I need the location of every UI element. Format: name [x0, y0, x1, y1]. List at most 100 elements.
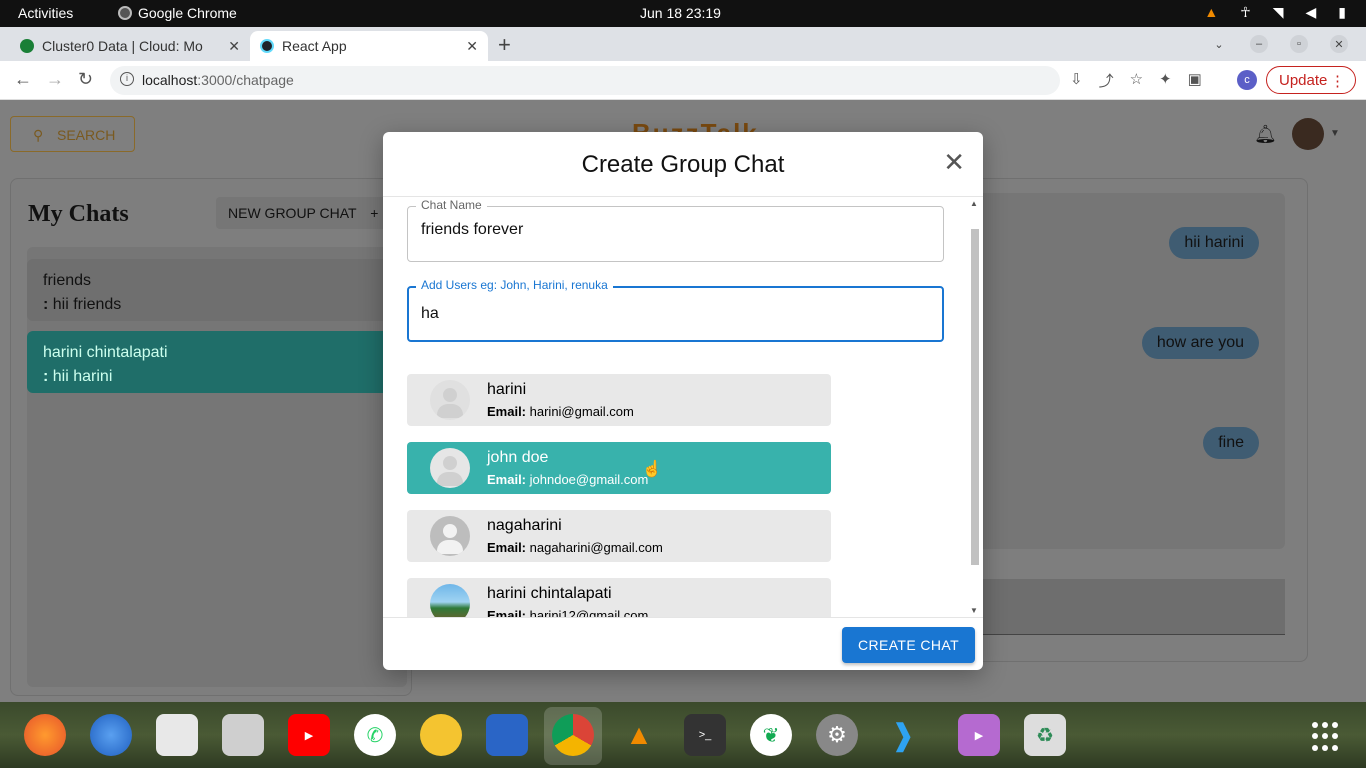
dock: ▶ ✆ ▲ >_ ❦ ⚙ ❱ ▶ ♻ [0, 702, 1366, 768]
toolbar-icons: ⇩ ⤴ ☆ ✦ ▣ [1070, 70, 1202, 91]
system-tray[interactable]: ▲ ☥ ◥ ◀ ▮ [1204, 4, 1346, 21]
chat-item-selected[interactable]: harini chintalapati : hii harini [27, 331, 407, 393]
mongodb-compass-icon[interactable]: ❦ [750, 714, 792, 756]
scroll-up-arrow-icon[interactable]: ▲ [970, 199, 978, 208]
new-tab-icon[interactable]: + [498, 32, 511, 58]
vscode-icon[interactable]: ❱ [882, 714, 924, 756]
message-bubble: how are you [1141, 327, 1259, 359]
thunderbird-icon[interactable] [90, 714, 132, 756]
whatsapp-icon[interactable]: ✆ [354, 714, 396, 756]
profile-avatar[interactable]: c [1237, 70, 1257, 90]
email-prefix: Email: [487, 404, 527, 419]
accessibility-icon[interactable]: ☥ [1240, 4, 1250, 21]
share-icon[interactable]: ⤴ [1099, 70, 1114, 91]
address-bar[interactable]: i localhost:3000/chatpage [110, 66, 1060, 95]
user-result-item[interactable]: nagaharini Email: nagaharini@gmail.com [407, 510, 831, 562]
create-chat-button[interactable]: CREATE CHAT [842, 627, 975, 663]
url-path: :3000/chatpage [197, 72, 294, 88]
chrome-icon[interactable] [552, 714, 594, 756]
avatar-placeholder-icon [430, 380, 470, 420]
message-bubble: fine [1203, 427, 1259, 459]
update-button[interactable]: Update ⋮ [1266, 66, 1356, 94]
email-prefix: Email: [487, 472, 527, 487]
system-top-bar: Activities Google Chrome Jun 18 23:19 ▲ … [0, 0, 1366, 27]
user-email-line: Email: johndoe@gmail.com [487, 472, 648, 487]
back-arrow-icon[interactable]: ← [14, 69, 32, 90]
terminal-icon[interactable]: >_ [684, 714, 726, 756]
user-name: nagaharini [487, 517, 562, 534]
battery-icon[interactable]: ▮ [1338, 4, 1346, 21]
user-email: nagaharini@gmail.com [529, 540, 663, 555]
chat-name-field[interactable]: Chat Name [407, 198, 944, 262]
minimize-icon[interactable]: – [1250, 35, 1268, 53]
extensions-puzzle-icon[interactable]: ✦ [1159, 70, 1172, 91]
message-bubble: hii harini [1169, 227, 1259, 259]
user-name: john doe [487, 449, 549, 466]
modal-scrollbar[interactable]: ▲ ▼ [968, 197, 980, 617]
chevron-down-icon[interactable]: ▼ [1330, 128, 1340, 139]
user-name: harini chintalapati [487, 585, 612, 602]
tab-search-icon[interactable]: ⌄ [1210, 35, 1228, 53]
vlc-icon[interactable]: ▲ [618, 714, 660, 756]
writer-icon[interactable] [486, 714, 528, 756]
kebab-menu-icon[interactable]: ⋮ [1330, 72, 1345, 90]
user-result-item[interactable]: harini chintalapati Email: harini12@gmai… [407, 578, 831, 617]
user-search-icon: ⚲ [33, 127, 44, 143]
rhythmbox-icon[interactable] [420, 714, 462, 756]
scroll-down-arrow-icon[interactable]: ▼ [970, 606, 978, 615]
user-result-item-hovered[interactable]: john doe Email: johndoe@gmail.com [407, 442, 831, 494]
video-editor-icon[interactable]: ▶ [958, 714, 1000, 756]
chat-preview: hii harini [52, 368, 113, 385]
mouse-pointer-icon: ☝ [642, 461, 662, 478]
trash-icon[interactable]: ♻ [1024, 714, 1066, 756]
bookmark-star-icon[interactable]: ☆ [1130, 70, 1143, 91]
wifi-icon[interactable]: ◥ [1273, 4, 1284, 21]
user-email: harini@gmail.com [529, 404, 634, 419]
user-email-line: Email: harini@gmail.com [487, 404, 634, 419]
files-icon[interactable] [222, 714, 264, 756]
my-chats-panel: My Chats NEW GROUP CHAT + friends : hii … [10, 178, 412, 696]
clock[interactable]: Jun 18 23:19 [640, 5, 721, 21]
install-icon[interactable]: ⇩ [1070, 70, 1083, 91]
tab-react-app[interactable]: React App ✕ [250, 31, 488, 61]
app-menu[interactable]: Google Chrome [118, 5, 237, 21]
mongodb-leaf-icon [20, 39, 34, 53]
youtube-icon[interactable]: ▶ [288, 714, 330, 756]
volume-icon[interactable]: ◀ [1306, 4, 1317, 21]
settings-gear-icon[interactable]: ⚙ [816, 714, 858, 756]
chat-preview: hii friends [52, 296, 122, 313]
update-label: Update [1279, 72, 1328, 89]
scrollbar-thumb[interactable] [971, 229, 979, 565]
firefox-icon[interactable] [24, 714, 66, 756]
user-avatar[interactable] [1292, 118, 1324, 150]
forward-arrow-icon[interactable]: → [46, 69, 64, 90]
site-info-icon[interactable]: i [120, 72, 134, 86]
document-viewer-icon[interactable] [156, 714, 198, 756]
side-panel-icon[interactable]: ▣ [1188, 70, 1202, 91]
close-icon[interactable]: ✕ [466, 38, 478, 55]
tab-title: Cluster0 Data | Cloud: Mo [42, 38, 203, 54]
chat-item[interactable]: friends : hii friends [27, 259, 407, 321]
new-group-chat-label: NEW GROUP CHAT [228, 205, 357, 221]
user-result-item[interactable]: harini Email: harini@gmail.com [407, 374, 831, 426]
search-user-button[interactable]: ⚲ SEARCH [10, 116, 135, 152]
close-icon[interactable]: ✕ [228, 38, 240, 55]
my-chats-title: My Chats [28, 201, 129, 227]
add-users-input[interactable] [421, 305, 921, 323]
tab-cluster0[interactable]: Cluster0 Data | Cloud: Mo ✕ [10, 31, 250, 61]
close-window-icon[interactable]: ✕ [1330, 35, 1348, 53]
chat-name-input[interactable] [421, 221, 921, 239]
new-group-chat-button[interactable]: NEW GROUP CHAT + [216, 197, 406, 229]
bell-icon[interactable]: 🔔︎ [1254, 124, 1277, 145]
close-icon[interactable]: ✕ [943, 147, 965, 178]
add-users-field[interactable]: Add Users eg: John, Harini, renuka [407, 278, 944, 342]
tab-title: React App [282, 38, 347, 54]
maximize-icon[interactable]: ▫ [1290, 35, 1308, 53]
vlc-tray-icon[interactable]: ▲ [1204, 4, 1218, 21]
reload-icon[interactable]: ↻ [78, 69, 93, 90]
chrome-icon [118, 6, 132, 20]
show-apps-grid-icon[interactable] [1312, 722, 1342, 752]
url-host: localhost [142, 72, 198, 88]
avatar-placeholder-icon [430, 448, 470, 488]
activities-button[interactable]: Activities [18, 5, 73, 21]
